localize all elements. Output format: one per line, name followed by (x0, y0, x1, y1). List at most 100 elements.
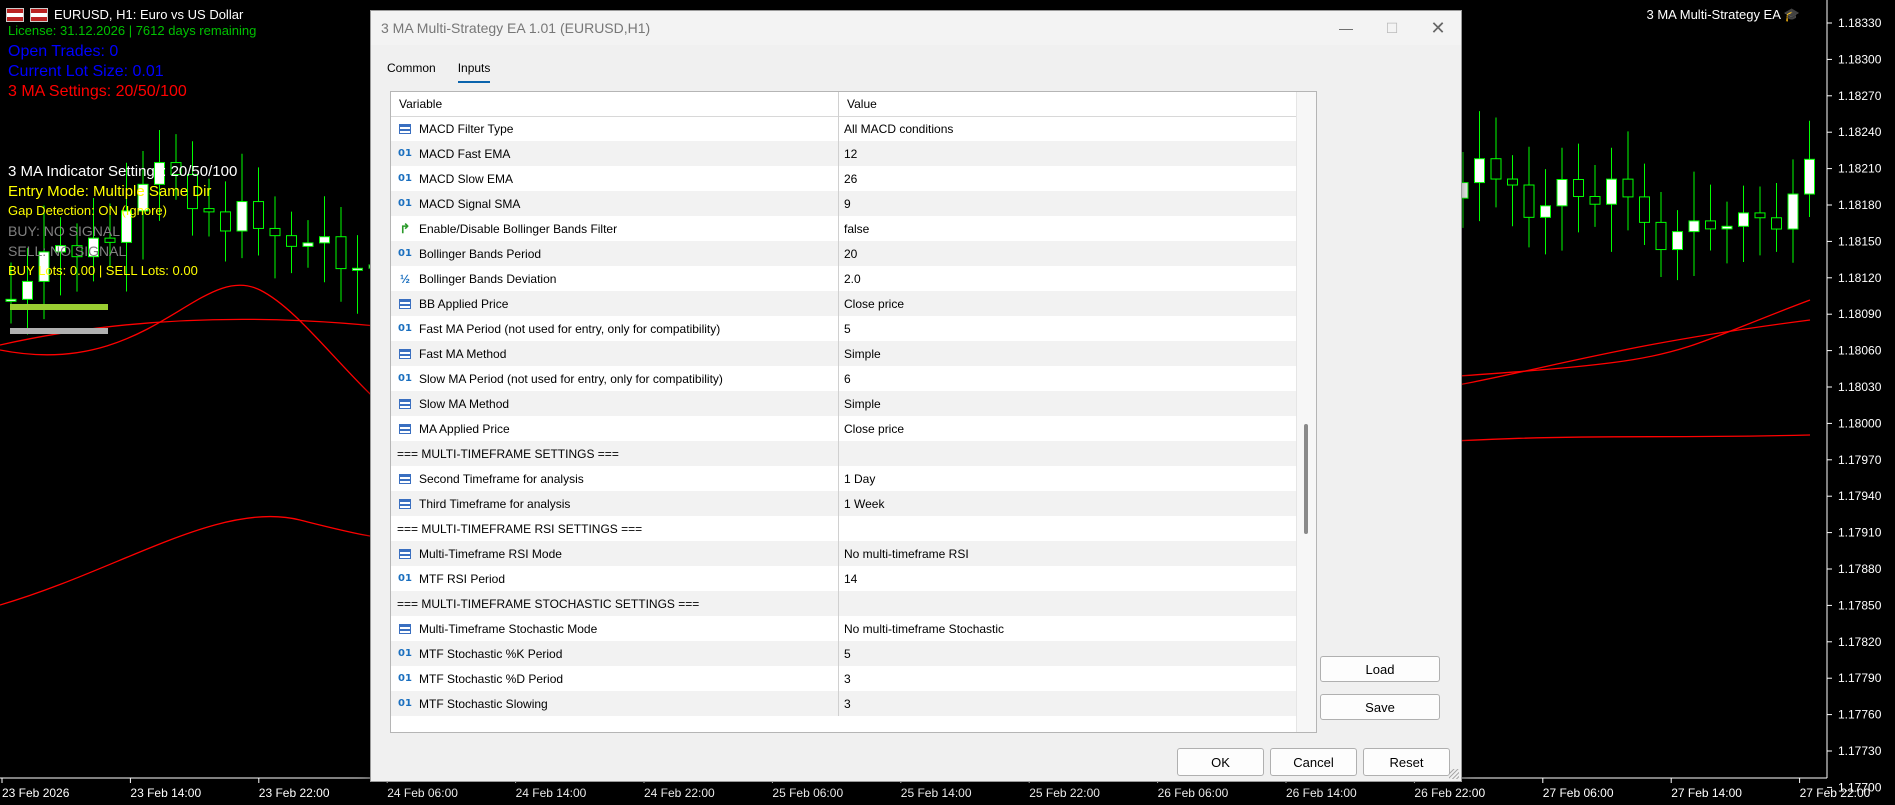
input-value-cell[interactable]: 5 (839, 316, 1296, 341)
input-value-cell[interactable]: 3 (839, 666, 1296, 691)
input-row[interactable]: 01 MTF RSI Period 14 (391, 566, 1296, 591)
tab-common[interactable]: Common (377, 57, 446, 81)
input-value-cell[interactable]: 9 (839, 191, 1296, 216)
tab-inputs[interactable]: Inputs (448, 57, 501, 83)
candle-body (1688, 220, 1700, 233)
input-row[interactable]: 01 Fast MA Period (not used for entry, on… (391, 316, 1296, 341)
input-value-cell[interactable]: 1 Week (839, 491, 1296, 516)
reset-button[interactable]: Reset (1363, 748, 1450, 776)
load-button[interactable]: Load (1320, 656, 1440, 682)
candle-body (1787, 193, 1799, 230)
time-label: 27 Feb 06:00 (1543, 786, 1614, 800)
input-value-cell[interactable]: No multi-timeframe Stochastic (839, 616, 1296, 641)
close-icon[interactable]: ✕ (1415, 11, 1461, 45)
ea-name-label[interactable]: 3 MA Multi-Strategy EA 🎓 (1647, 7, 1800, 23)
dialog-tabs: Common Inputs (377, 57, 501, 83)
input-row[interactable]: Third Timeframe for analysis 1 Week (391, 491, 1296, 516)
time-label: 26 Feb 14:00 (1286, 786, 1357, 800)
input-variable-cell: MA Applied Price (391, 416, 839, 441)
input-value-cell[interactable]: 26 (839, 166, 1296, 191)
entry-mode-label: Entry Mode: Multiple Same Dir (8, 183, 212, 200)
candle-body (1540, 205, 1551, 218)
save-button[interactable]: Save (1320, 694, 1440, 720)
candle-body (1589, 196, 1601, 205)
resize-grip-icon[interactable] (1449, 769, 1459, 779)
input-name: MTF Stochastic %D Period (419, 671, 564, 686)
input-name: Slow MA Method (419, 396, 510, 411)
input-row[interactable]: MA Applied Price Close price (391, 416, 1296, 441)
input-value-cell[interactable]: 3 (839, 691, 1296, 716)
price-label: 1.18240 (1838, 125, 1882, 139)
symbol-label: EURUSD, H1: Euro vs US Dollar (54, 7, 244, 22)
enum-icon (397, 122, 413, 136)
input-row[interactable]: 01 MTF Stochastic %K Period 5 (391, 641, 1296, 666)
input-value-cell[interactable]: Simple (839, 391, 1296, 416)
input-row[interactable]: Multi-Timeframe RSI Mode No multi-timefra… (391, 541, 1296, 566)
grid-scrollbar[interactable] (1296, 92, 1316, 732)
input-row[interactable]: 01 Slow MA Period (not used for entry, on… (391, 366, 1296, 391)
input-value-cell[interactable]: Close price (839, 291, 1296, 316)
input-variable-cell: 01 MTF Stochastic %D Period (391, 666, 839, 691)
enum-icon (397, 622, 413, 636)
candle-body (236, 201, 248, 232)
dialog-titlebar[interactable]: 3 MA Multi-Strategy EA 1.01 (EURUSD,H1) … (371, 11, 1461, 45)
column-value[interactable]: Value (839, 92, 1296, 116)
enum-icon (397, 547, 413, 561)
minimize-icon[interactable]: — (1323, 11, 1369, 45)
input-row[interactable]: 01 Bollinger Bands Period 20 (391, 241, 1296, 266)
input-name: === MULTI-TIMEFRAME RSI SETTINGS === (397, 521, 643, 536)
time-label: 25 Feb 22:00 (1029, 786, 1100, 800)
enum-icon (397, 347, 413, 361)
input-row[interactable]: 01 MACD Signal SMA 9 (391, 191, 1296, 216)
input-row[interactable]: BB Applied Price Close price (391, 291, 1296, 316)
input-value-cell[interactable]: 2.0 (839, 266, 1296, 291)
time-label: 27 Feb 22:00 (1800, 786, 1871, 800)
candle-body (1490, 158, 1502, 180)
input-row[interactable]: MACD Filter Type All MACD conditions (391, 116, 1296, 141)
input-variable-cell: === MULTI-TIMEFRAME RSI SETTINGS === (391, 516, 839, 541)
input-value-cell[interactable]: No multi-timeframe RSI (839, 541, 1296, 566)
time-label: 25 Feb 14:00 (901, 786, 972, 800)
input-row[interactable]: Second Timeframe for analysis 1 Day (391, 466, 1296, 491)
enum-glyph (399, 123, 411, 134)
input-row[interactable]: === MULTI-TIMEFRAME RSI SETTINGS === (391, 516, 1296, 541)
enum-icon (397, 422, 413, 436)
input-row[interactable]: 01 MTF Stochastic Slowing 3 (391, 691, 1296, 716)
price-label: 1.18030 (1838, 380, 1882, 394)
input-value-cell[interactable]: Simple (839, 341, 1296, 366)
input-value-cell[interactable]: All MACD conditions (839, 116, 1296, 141)
input-value-cell[interactable]: 1 Day (839, 466, 1296, 491)
input-row[interactable]: ½ Bollinger Bands Deviation 2.0 (391, 266, 1296, 291)
input-name: Second Timeframe for analysis (419, 471, 584, 486)
input-value-cell[interactable]: false (839, 216, 1296, 241)
int-icon: 01 (398, 373, 412, 384)
input-value-cell[interactable]: 5 (839, 641, 1296, 666)
price-label: 1.17850 (1838, 598, 1882, 612)
input-row[interactable]: 01 MTF Stochastic %D Period 3 (391, 666, 1296, 691)
menu-icon[interactable] (6, 7, 24, 22)
double-icon: ½ (399, 271, 410, 286)
scrollbar-thumb[interactable] (1304, 424, 1308, 534)
input-row[interactable]: Fast MA Method Simple (391, 341, 1296, 366)
input-row[interactable]: === MULTI-TIMEFRAME STOCHASTIC SETTINGS … (391, 591, 1296, 616)
input-row[interactable]: 01 MACD Slow EMA 26 (391, 166, 1296, 191)
price-label: 1.17730 (1838, 744, 1882, 758)
input-value-cell[interactable]: 6 (839, 366, 1296, 391)
input-value-cell[interactable]: Close price (839, 416, 1296, 441)
input-row[interactable]: 01 MACD Fast EMA 12 (391, 141, 1296, 166)
input-variable-cell: MACD Filter Type (391, 116, 839, 141)
input-value-cell[interactable]: 12 (839, 141, 1296, 166)
cancel-button[interactable]: Cancel (1270, 748, 1357, 776)
column-variable[interactable]: Variable (391, 92, 839, 116)
enum-icon (397, 397, 413, 411)
price-label: 1.17880 (1838, 562, 1882, 576)
input-value-cell[interactable]: 14 (839, 566, 1296, 591)
maximize-icon[interactable]: ☐ (1369, 11, 1415, 45)
input-row[interactable]: Slow MA Method Simple (391, 391, 1296, 416)
ok-button[interactable]: OK (1177, 748, 1264, 776)
price-label: 1.17970 (1838, 453, 1882, 467)
input-row[interactable]: Multi-Timeframe Stochastic Mode No multi-… (391, 616, 1296, 641)
input-row[interactable]: ↱ Enable/Disable Bollinger Bands Filter fa… (391, 216, 1296, 241)
input-value-cell[interactable]: 20 (839, 241, 1296, 266)
input-row[interactable]: === MULTI-TIMEFRAME SETTINGS === (391, 441, 1296, 466)
